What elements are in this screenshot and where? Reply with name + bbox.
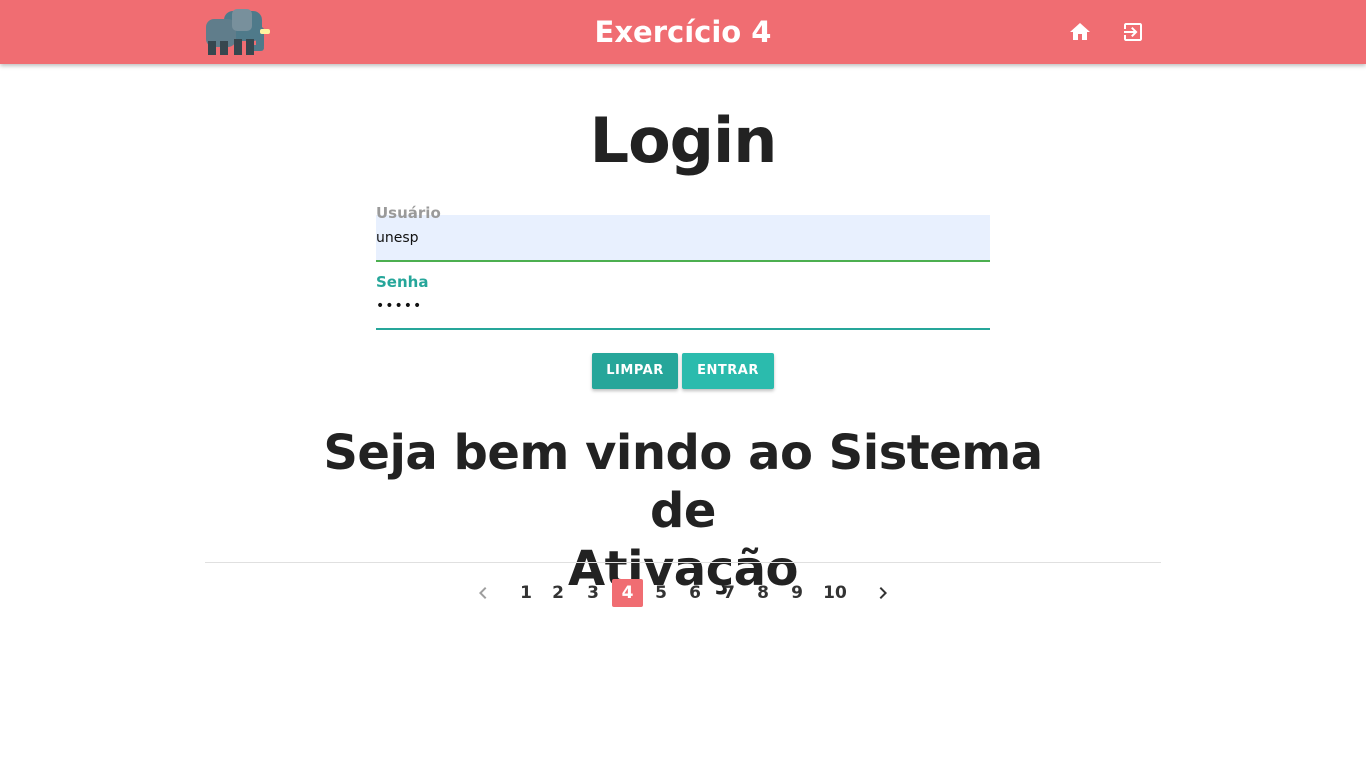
page-9[interactable]: 9 [787, 579, 807, 607]
top-navbar: Exercício 4 [0, 0, 1366, 64]
page-1[interactable]: 1 [516, 579, 536, 607]
username-field: Usuário [376, 204, 990, 262]
home-icon[interactable] [1068, 20, 1092, 44]
username-input[interactable] [376, 230, 976, 246]
page-7[interactable]: 7 [719, 579, 739, 607]
page-3[interactable]: 3 [583, 579, 603, 607]
page-6[interactable]: 6 [685, 579, 705, 607]
page-5[interactable]: 5 [651, 579, 671, 607]
password-input[interactable] [376, 298, 976, 314]
password-input-box[interactable] [376, 294, 990, 330]
elephant-logo[interactable] [204, 7, 272, 57]
exit-to-app-icon[interactable] [1121, 20, 1145, 44]
chevron-right-icon[interactable] [871, 581, 895, 605]
password-label: Senha [376, 273, 429, 291]
page-8[interactable]: 8 [753, 579, 773, 607]
page-4-active[interactable]: 4 [612, 579, 643, 607]
welcome-heading: Seja bem vindo ao Sistema de Ativação [283, 424, 1083, 598]
welcome-line-1: Seja bem vindo ao Sistema de [323, 425, 1043, 539]
username-label: Usuário [376, 204, 441, 222]
page-2[interactable]: 2 [548, 579, 568, 607]
page-10[interactable]: 10 [821, 579, 849, 607]
login-title: Login [589, 104, 778, 177]
pagination: 1 2 3 4 5 6 7 8 9 10 [0, 577, 1366, 609]
username-input-box[interactable] [376, 215, 990, 262]
clear-button[interactable]: LIMPAR [592, 353, 678, 389]
password-field: Senha [376, 273, 990, 331]
divider [205, 562, 1161, 563]
enter-button[interactable]: ENTRAR [682, 353, 774, 389]
chevron-left-icon[interactable] [471, 581, 495, 605]
